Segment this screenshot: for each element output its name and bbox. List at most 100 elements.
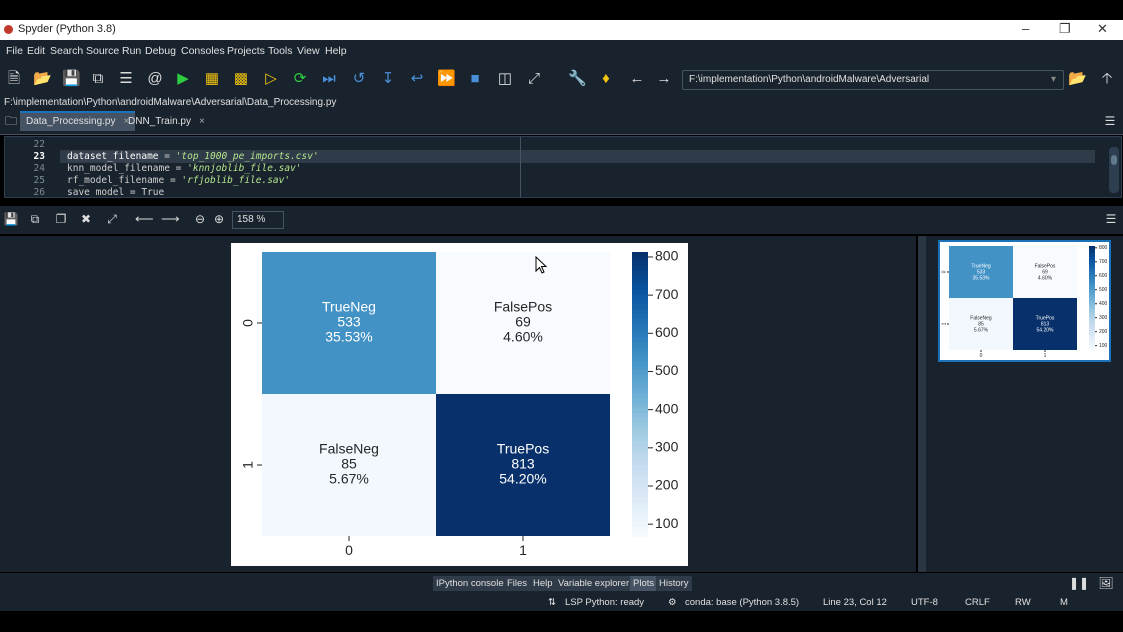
scrollbar-thumb[interactable]: [1111, 155, 1117, 165]
working-directory-field[interactable]: F:\implementation\Python\androidMalware\…: [682, 70, 1064, 90]
y-tick-label: 1: [239, 461, 255, 469]
tab-files[interactable]: Files: [504, 576, 531, 591]
save-all-icon[interactable]: ⧉: [89, 70, 107, 88]
remove-plot-icon[interactable]: ✖: [77, 210, 95, 228]
cell-annotation: 35.53%: [325, 329, 372, 345]
colorbar-segment: [632, 531, 648, 537]
remove-all-plots-icon[interactable]: ⤢: [103, 210, 121, 228]
tab-data-processing[interactable]: Data_Processing.py ×: [20, 111, 136, 131]
file-list-icon[interactable]: ☰: [117, 70, 135, 88]
minimize-icon[interactable]: –: [1022, 21, 1029, 36]
save-all-plots-icon[interactable]: ⧉: [26, 210, 44, 228]
code-line[interactable]: knn_model_filename = 'knnjoblib_file.sav…: [67, 163, 302, 174]
tab-ipython-console[interactable]: IPython console: [433, 576, 507, 591]
menu-source[interactable]: Source: [86, 45, 119, 57]
cell-annotation: 35.53%: [973, 275, 991, 281]
cell-annotation: TrueNeg: [322, 299, 376, 315]
options-menu-icon[interactable]: ☰: [1101, 112, 1119, 130]
line-number: 23: [33, 151, 45, 162]
forward-arrow-icon[interactable]: →: [655, 70, 673, 88]
colorbar-segment: [632, 417, 648, 423]
run-icon[interactable]: ▶: [174, 70, 192, 88]
menu-consoles[interactable]: Consoles: [181, 45, 225, 57]
window-title: Spyder (Python 3.8): [18, 23, 116, 35]
zoom-out-icon[interactable]: ⊖: [191, 210, 209, 228]
stop-debug-icon[interactable]: ■: [466, 70, 484, 88]
fullscreen-icon[interactable]: ⤢: [525, 70, 543, 88]
editor-scrollbar[interactable]: [1109, 147, 1119, 193]
step-icon[interactable]: ↺: [350, 70, 368, 88]
colorbar-segment: [632, 408, 648, 414]
pane-splitter[interactable]: [918, 236, 926, 572]
save-icon[interactable]: 💾: [62, 70, 81, 88]
new-file-icon[interactable]: 🗎: [5, 70, 23, 88]
zoom-field[interactable]: 158 %: [232, 211, 284, 229]
code-line[interactable]: dataset_filename = 'top_1000_pe_imports.…: [67, 151, 319, 162]
colorbar-segment: [632, 304, 648, 310]
colorbar-segment: [632, 313, 648, 319]
code-editor[interactable]: 22 23 24 25 26 dataset_filename = 'top_1…: [4, 136, 1122, 198]
cursor-position: Line 23, Col 12: [823, 597, 887, 608]
tab-plots[interactable]: Plots: [630, 576, 658, 591]
browse-tabs-icon[interactable]: 🗀: [2, 112, 20, 130]
colorbar-tick-label: 600: [1099, 273, 1108, 279]
menu-run[interactable]: Run: [122, 45, 141, 57]
step-return-icon[interactable]: ↩: [408, 70, 426, 88]
tab-help[interactable]: Help: [530, 576, 556, 591]
menu-help[interactable]: Help: [325, 45, 347, 57]
cell-annotation: 5.67%: [329, 471, 369, 487]
menu-projects[interactable]: Projects: [227, 45, 265, 57]
close-tab-icon[interactable]: ×: [199, 116, 205, 127]
y-tick-label: 0: [239, 319, 255, 327]
plot-thumbnail[interactable]: TrueNeg 533 35.53% FalsePos 69 4.60% FalseNeg 8…: [938, 240, 1111, 362]
colorbar-segment: [632, 507, 648, 513]
back-arrow-icon[interactable]: ←: [628, 70, 646, 88]
colorbar-segment: [632, 394, 648, 400]
rerun-icon[interactable]: ⟳: [291, 70, 309, 88]
step-into-icon[interactable]: ↧: [379, 70, 397, 88]
colorbar-tick-label: 500: [655, 362, 679, 378]
tab-dnn-train[interactable]: DNN_Train.py ×: [122, 113, 211, 131]
maximize-pane-icon[interactable]: ◫: [496, 70, 514, 88]
mouse-cursor-icon: [535, 256, 548, 274]
zoom-in-icon[interactable]: ⊕: [210, 210, 228, 228]
cell-annotation: FalsePos: [494, 299, 552, 315]
run-cell-icon[interactable]: ▦: [203, 70, 221, 88]
pause-icon[interactable]: ❚❚: [1069, 574, 1089, 592]
continue-icon[interactable]: ⏩: [437, 70, 456, 88]
menu-tools[interactable]: Tools: [268, 45, 293, 57]
undock-pane-icon[interactable]: 🖼: [1097, 574, 1115, 592]
at-icon[interactable]: @: [146, 70, 164, 88]
parent-directory-icon[interactable]: 🡡: [1098, 70, 1116, 88]
colorbar-segment: [632, 455, 648, 461]
next-plot-icon[interactable]: ⟶: [161, 210, 180, 228]
colorbar-tick-label: 800: [1099, 245, 1108, 251]
debug-icon[interactable]: ⏭: [320, 70, 338, 88]
plots-options-icon[interactable]: ☰: [1102, 210, 1120, 228]
previous-plot-icon[interactable]: ⟵: [135, 210, 154, 228]
close-icon[interactable]: ✕: [1097, 21, 1108, 37]
save-plot-icon[interactable]: 💾: [2, 210, 20, 228]
code-line[interactable]: rf_model_filename = 'rfjoblib_file.sav': [67, 175, 290, 186]
copy-plot-icon[interactable]: ❐: [52, 210, 70, 228]
restore-icon[interactable]: ❐: [1059, 21, 1071, 37]
menu-edit[interactable]: Edit: [27, 45, 45, 57]
run-cell-advance-icon[interactable]: ▩: [232, 70, 250, 88]
run-selection-icon[interactable]: ▷: [262, 70, 280, 88]
browse-folder-icon[interactable]: 📂: [1068, 70, 1087, 88]
menu-search[interactable]: Search: [50, 45, 83, 57]
tab-history[interactable]: History: [656, 576, 692, 591]
tab-variable-explorer[interactable]: Variable explorer: [555, 576, 633, 591]
menu-view[interactable]: View: [297, 45, 320, 57]
confusion-matrix-figure[interactable]: TrueNeg 533 35.53% FalsePos 69 4.60% FalseNeg 8…: [231, 243, 688, 566]
cell-annotation: 5.67%: [974, 327, 989, 333]
colorbar-segment: [632, 517, 648, 523]
code-line[interactable]: save_model = True: [67, 187, 164, 197]
colorbar-segment: [632, 436, 648, 442]
open-file-icon[interactable]: 📂: [33, 70, 52, 88]
menu-debug[interactable]: Debug: [145, 45, 176, 57]
python-path-icon[interactable]: ♦: [597, 70, 615, 88]
menu-file[interactable]: File: [6, 45, 23, 57]
preferences-wrench-icon[interactable]: 🔧: [568, 70, 587, 88]
chevron-down-icon[interactable]: ▾: [1051, 74, 1056, 85]
